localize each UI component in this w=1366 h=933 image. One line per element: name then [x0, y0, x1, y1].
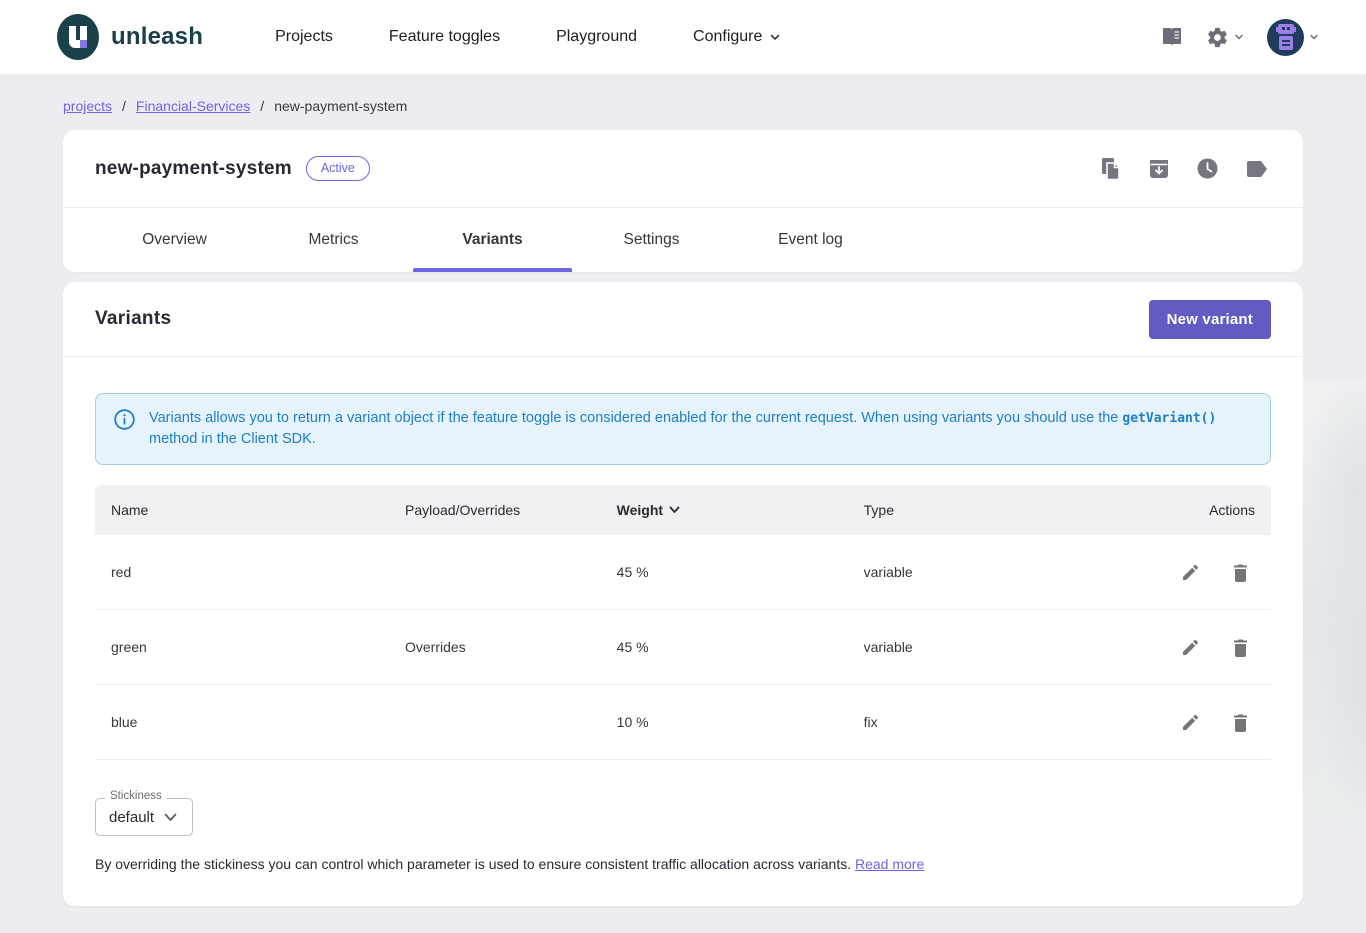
- feature-header-card: new-payment-system Active: [63, 130, 1303, 272]
- breadcrumb-separator: /: [122, 98, 126, 114]
- section-title: Variants: [95, 308, 171, 330]
- column-header-payload: Payload/Overrides: [389, 502, 601, 518]
- variants-header: Variants New variant: [63, 282, 1303, 357]
- column-header-type: Type: [848, 502, 1107, 518]
- column-header-weight: Weight: [601, 502, 848, 518]
- tab-metrics[interactable]: Metrics: [254, 208, 413, 272]
- breadcrumb-current: new-payment-system: [274, 98, 407, 114]
- chevron-down-icon: [1233, 31, 1245, 43]
- variants-body: Variants allows you to return a variant …: [63, 357, 1303, 906]
- app-header: unleash Projects Feature toggles Playgro…: [0, 0, 1366, 74]
- trash-icon: [1232, 563, 1249, 582]
- column-header-name: Name: [95, 502, 389, 518]
- code-snippet: getVariant(): [1122, 411, 1216, 426]
- table-header-row: Name Payload/Overrides Weight Type Actio…: [95, 485, 1271, 535]
- breadcrumb-separator: /: [260, 98, 264, 114]
- edit-variant-button[interactable]: [1179, 636, 1202, 659]
- edit-variant-button[interactable]: [1179, 711, 1202, 734]
- delete-variant-button[interactable]: [1230, 636, 1251, 659]
- variants-card: Variants New variant Variants allows you…: [63, 282, 1303, 906]
- variant-payload: Overrides: [389, 639, 601, 655]
- gear-icon: [1206, 26, 1229, 49]
- archive-feature-button[interactable]: [1146, 156, 1172, 182]
- variant-name: red: [95, 564, 389, 580]
- brand-name: unleash: [111, 23, 203, 51]
- feature-title: new-payment-system: [95, 158, 292, 180]
- read-more-link[interactable]: Read more: [855, 856, 924, 872]
- edit-variant-button[interactable]: [1179, 561, 1202, 584]
- sort-chevron-down-icon: [669, 506, 680, 514]
- nav-item-feature-toggles[interactable]: Feature toggles: [389, 28, 500, 46]
- info-alert-text: Variants allows you to return a variant …: [149, 408, 1252, 450]
- settings-button[interactable]: [1202, 22, 1249, 53]
- tag-button[interactable]: [1243, 158, 1271, 180]
- variant-name: blue: [95, 714, 389, 730]
- variant-weight: 45 %: [601, 564, 848, 580]
- avatar: [1267, 19, 1304, 56]
- copy-icon: [1100, 157, 1122, 181]
- status-badge: Active: [306, 156, 370, 181]
- delete-variant-button[interactable]: [1230, 711, 1251, 734]
- table-row: green Overrides 45 % variable: [95, 610, 1271, 685]
- chevron-down-icon: [1308, 31, 1320, 43]
- book-icon: [1160, 26, 1184, 48]
- breadcrumb: projects / Financial-Services / new-paym…: [0, 74, 1366, 130]
- profile-button[interactable]: [1263, 15, 1324, 60]
- header-right: [1156, 15, 1324, 60]
- table-row: blue 10 % fix: [95, 685, 1271, 760]
- tab-overview[interactable]: Overview: [95, 208, 254, 272]
- tab-event-log[interactable]: Event log: [731, 208, 890, 272]
- archive-icon: [1148, 158, 1170, 180]
- variant-weight: 45 %: [601, 639, 848, 655]
- nav-item-playground[interactable]: Playground: [556, 28, 637, 46]
- nav-item-projects[interactable]: Projects: [275, 28, 333, 46]
- documentation-button[interactable]: [1156, 22, 1188, 52]
- stickiness-description: By overriding the stickiness you can con…: [95, 856, 1271, 872]
- feature-title-row: new-payment-system Active: [63, 130, 1303, 208]
- unleash-logo[interactable]: unleash: [57, 14, 203, 60]
- info-alert: Variants allows you to return a variant …: [95, 393, 1271, 465]
- tab-settings[interactable]: Settings: [572, 208, 731, 272]
- main-nav: Projects Feature toggles Playground Conf…: [275, 28, 781, 46]
- variant-name: green: [95, 639, 389, 655]
- variants-table: Name Payload/Overrides Weight Type Actio…: [95, 485, 1271, 760]
- tag-icon: [1245, 160, 1269, 178]
- stickiness-select[interactable]: default: [95, 798, 193, 836]
- feature-tabs: Overview Metrics Variants Settings Event…: [63, 208, 1303, 272]
- trash-icon: [1232, 638, 1249, 657]
- nav-item-configure[interactable]: Configure: [693, 28, 781, 46]
- variant-type: variable: [848, 564, 1107, 580]
- breadcrumb-link-project[interactable]: Financial-Services: [136, 98, 250, 114]
- info-icon: [114, 409, 135, 450]
- chevron-down-icon: [769, 31, 781, 43]
- column-header-actions: Actions: [1106, 502, 1271, 518]
- unleash-logo-icon: [57, 14, 99, 60]
- trash-icon: [1232, 713, 1249, 732]
- clock-icon: [1196, 157, 1219, 180]
- variant-type: variable: [848, 639, 1107, 655]
- background-texture: [1300, 380, 1366, 825]
- history-button[interactable]: [1194, 155, 1221, 182]
- stickiness-label: Stickiness: [105, 790, 167, 802]
- pencil-icon: [1181, 563, 1200, 582]
- delete-variant-button[interactable]: [1230, 561, 1251, 584]
- stickiness-field: Stickiness default: [95, 798, 193, 836]
- sort-by-weight[interactable]: Weight: [617, 502, 680, 518]
- tab-variants[interactable]: Variants: [413, 208, 572, 272]
- stickiness-value: default: [109, 809, 154, 826]
- variant-type: fix: [848, 714, 1107, 730]
- table-row: red 45 % variable: [95, 535, 1271, 610]
- variant-weight: 10 %: [601, 714, 848, 730]
- copy-feature-button[interactable]: [1098, 155, 1124, 183]
- row-actions: [1122, 636, 1255, 659]
- pencil-icon: [1181, 713, 1200, 732]
- row-actions: [1122, 561, 1255, 584]
- new-variant-button[interactable]: New variant: [1149, 300, 1271, 339]
- row-actions: [1122, 711, 1255, 734]
- pencil-icon: [1181, 638, 1200, 657]
- feature-actions: [1098, 155, 1271, 183]
- chevron-down-icon: [164, 813, 177, 822]
- breadcrumb-link-projects[interactable]: projects: [63, 98, 112, 114]
